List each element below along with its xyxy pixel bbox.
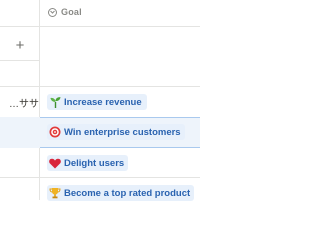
- goal-label: Delight users: [64, 157, 125, 169]
- add-row-divider: [0, 60, 40, 61]
- goal-column-header[interactable]: Goal: [48, 3, 82, 21]
- row-divider: [0, 86, 200, 87]
- goal-chip-increase-revenue[interactable]: Increase revenue: [47, 94, 147, 110]
- selected-row-border-top: [40, 117, 200, 118]
- column-divider-left: [39, 0, 40, 200]
- row-divider: [0, 177, 200, 178]
- target-icon: [49, 126, 61, 138]
- seedling-icon: [49, 96, 61, 108]
- goal-label: Increase revenue: [64, 96, 142, 108]
- heart-icon: [49, 157, 61, 169]
- add-column-button[interactable]: +: [8, 36, 32, 54]
- goal-label: Become a top rated product: [64, 187, 191, 199]
- header-divider: [0, 26, 200, 27]
- goal-chip-become-top-rated-product[interactable]: Become a top rated product: [47, 185, 195, 201]
- goal-label: Win enterprise customers: [64, 126, 181, 138]
- goal-chip-delight-users[interactable]: Delight users: [47, 155, 129, 171]
- selected-row-border-bottom: [40, 147, 200, 148]
- truncated-cell-text: ササ…: [9, 99, 39, 110]
- goal-column-label: Goal: [61, 7, 82, 17]
- chevron-down-circle-icon: [48, 7, 57, 17]
- trophy-icon: [49, 187, 61, 199]
- plus-icon: +: [15, 36, 25, 54]
- goal-chip-win-enterprise-customers[interactable]: Win enterprise customers: [47, 124, 185, 140]
